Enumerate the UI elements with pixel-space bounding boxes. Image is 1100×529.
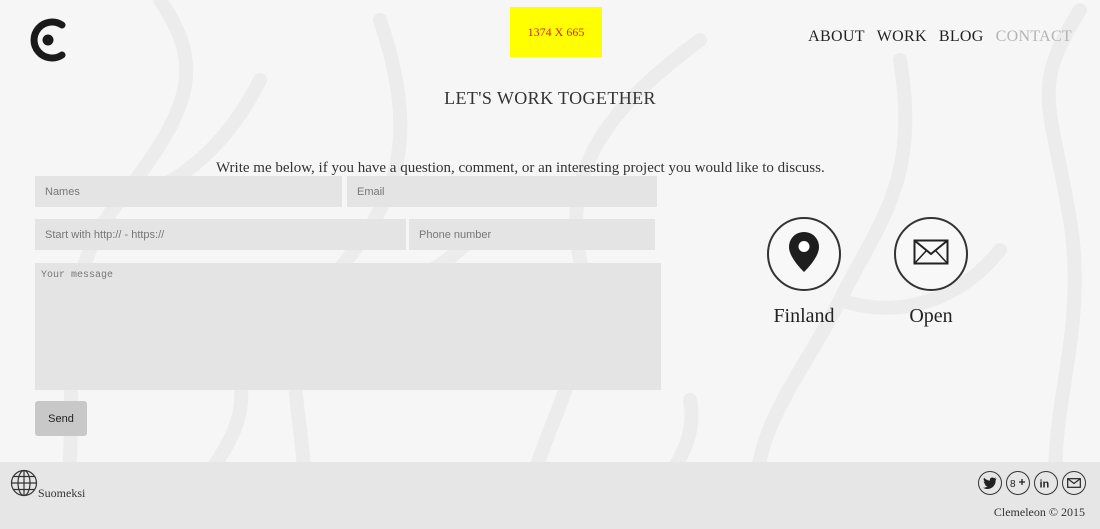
google-plus-icon[interactable]: 8 <box>1006 471 1030 495</box>
globe-icon <box>10 469 38 501</box>
twitter-icon[interactable] <box>978 471 1002 495</box>
intro-text: Write me below, if you have a question, … <box>216 160 825 176</box>
nav-blog[interactable]: BLOG <box>939 28 984 46</box>
email-icon[interactable] <box>1062 471 1086 495</box>
main-nav: ABOUT WORK BLOG CONTACT <box>808 28 1072 46</box>
website-input[interactable] <box>35 219 406 250</box>
status-label: Open <box>909 305 953 327</box>
location-info: Finland <box>767 217 841 328</box>
copyright-text: Clemeleon © 2015 <box>993 505 1085 519</box>
location-circle <box>767 217 841 291</box>
footer: Suomeksi 8 in Clemeleon © 2015 <box>0 462 1100 529</box>
send-button[interactable]: Send <box>35 401 87 436</box>
language-label: Suomeksi <box>38 486 86 500</box>
map-pin-icon <box>787 231 821 278</box>
page-title: LET'S WORK TOGETHER <box>444 88 656 108</box>
site-logo[interactable] <box>26 18 66 62</box>
email-input[interactable] <box>347 176 657 207</box>
linkedin-icon[interactable]: in <box>1034 471 1058 495</box>
nav-contact[interactable]: CONTACT <box>996 28 1072 46</box>
nav-work[interactable]: WORK <box>877 28 927 46</box>
svg-text:8: 8 <box>1010 479 1016 490</box>
envelope-icon <box>913 239 949 270</box>
size-badge: 1374 X 665 <box>510 7 602 57</box>
social-links: 8 in <box>978 471 1086 495</box>
nav-about[interactable]: ABOUT <box>808 28 865 46</box>
language-switcher[interactable]: Suomeksi <box>10 469 85 501</box>
status-info: Open <box>894 217 968 328</box>
message-textarea[interactable] <box>35 263 661 390</box>
location-label: Finland <box>773 305 835 327</box>
phone-input[interactable] <box>409 219 655 250</box>
mail-circle[interactable] <box>894 217 968 291</box>
svg-text:in: in <box>1040 479 1050 490</box>
names-input[interactable] <box>35 176 342 207</box>
